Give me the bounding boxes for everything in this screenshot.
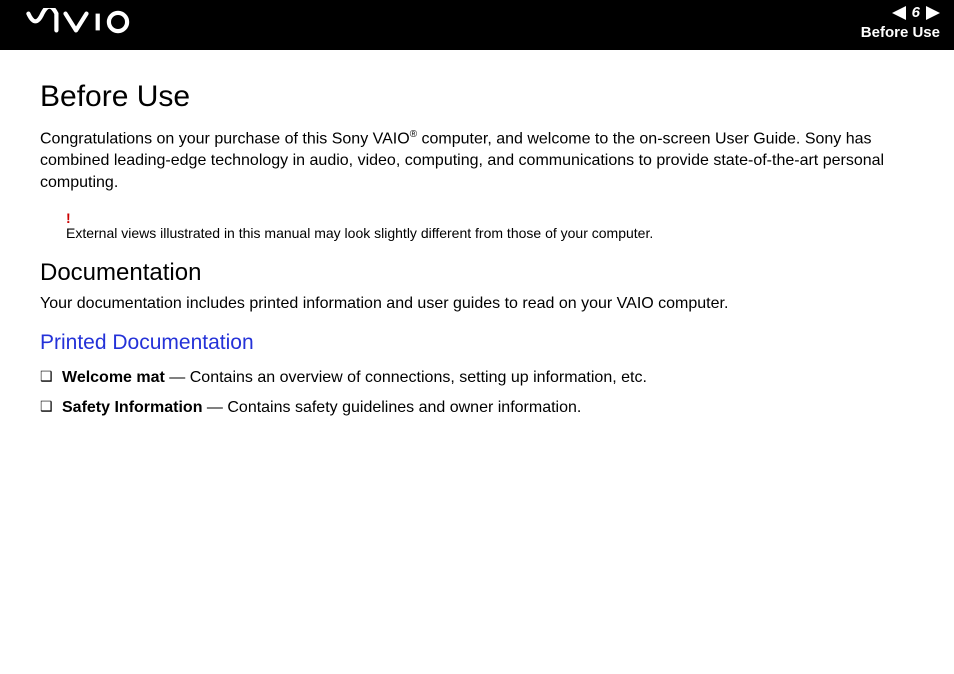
page-header: 6 Before Use bbox=[0, 0, 954, 50]
page-number: 6 bbox=[912, 4, 920, 21]
item-name: Welcome mat bbox=[62, 369, 165, 386]
page-title: Before Use bbox=[40, 80, 914, 114]
page-navigator: 6 bbox=[892, 4, 940, 21]
printed-documentation-list: Welcome mat — Contains an overview of co… bbox=[40, 365, 914, 420]
item-desc: — Contains safety guidelines and owner i… bbox=[202, 399, 581, 416]
documentation-intro: Your documentation includes printed info… bbox=[40, 295, 914, 313]
warning-icon: ! bbox=[66, 211, 914, 225]
intro-text-prefix: Congratulations on your purchase of this… bbox=[40, 130, 410, 147]
prev-page-arrow-icon[interactable] bbox=[892, 6, 906, 20]
item-name: Safety Information bbox=[62, 399, 202, 416]
vaio-logo bbox=[20, 8, 160, 43]
note-block: ! External views illustrated in this man… bbox=[66, 211, 914, 241]
list-item: Welcome mat — Contains an overview of co… bbox=[62, 365, 914, 391]
page-content: Before Use Congratulations on your purch… bbox=[0, 50, 954, 420]
list-item: Safety Information — Contains safety gui… bbox=[62, 395, 914, 421]
item-desc: — Contains an overview of connections, s… bbox=[165, 369, 647, 386]
note-text: External views illustrated in this manua… bbox=[66, 225, 914, 241]
registered-mark: ® bbox=[410, 129, 417, 140]
section-label: Before Use bbox=[861, 24, 940, 41]
printed-documentation-heading: Printed Documentation bbox=[40, 331, 914, 355]
documentation-heading: Documentation bbox=[40, 259, 914, 287]
intro-paragraph: Congratulations on your purchase of this… bbox=[40, 128, 914, 193]
next-page-arrow-icon[interactable] bbox=[926, 6, 940, 20]
